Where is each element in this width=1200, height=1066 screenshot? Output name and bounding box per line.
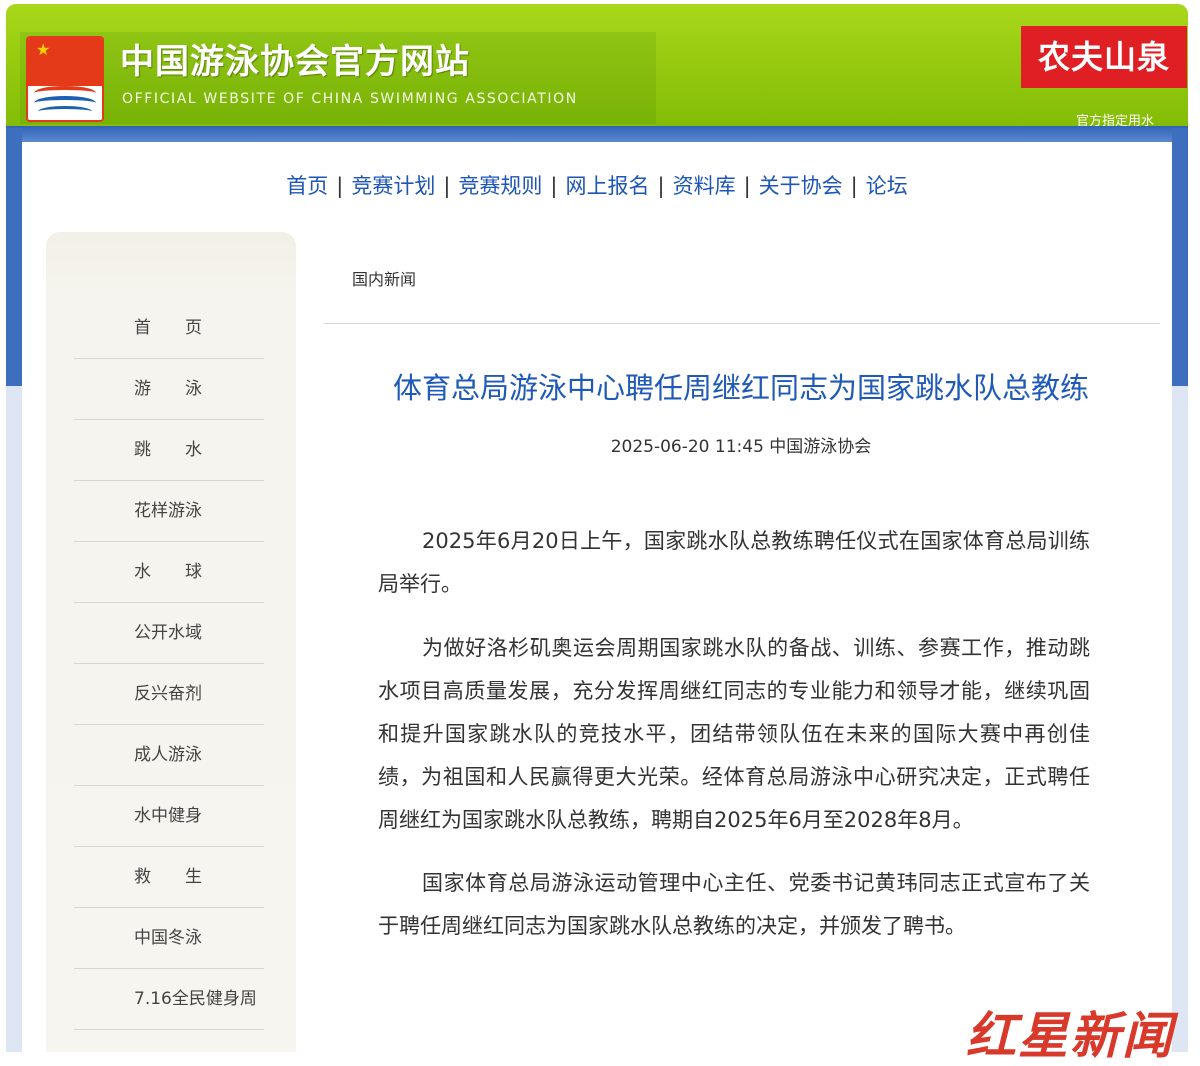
nav-competition-rules[interactable]: 竞赛规则 — [458, 174, 542, 198]
sidebar-item-label: 花样游泳 — [134, 501, 202, 521]
sidebar-item-artistic-swimming[interactable]: 花样游泳 — [74, 481, 264, 542]
wave-icon — [38, 106, 92, 117]
sidebar-item-label: 跳 水 — [134, 440, 202, 460]
news-watermark: 红星新闻 — [966, 1006, 1174, 1065]
article-meta: 2025-06-20 11:45 中国游泳协会 — [610, 437, 872, 457]
sidebar: 首 页 游 泳 跳 水 花样游泳 水 球 公开水域 反兴奋剂 成人游泳 水中健身… — [46, 232, 296, 1052]
sidebar-item-winter-swimming[interactable]: 中国冬泳 — [74, 908, 264, 969]
sidebar-item-label: 成人游泳 — [134, 745, 202, 765]
divider — [324, 323, 1160, 324]
sidebar-item-open-water[interactable]: 公开水域 — [74, 603, 264, 664]
sidebar-item-swimming[interactable]: 游 泳 — [74, 359, 264, 420]
article-paragraph: 2025年6月20日上午，国家跳水队总教练聘任仪式在国家体育总局训练局举行。 — [378, 529, 1090, 596]
breadcrumb[interactable]: 国内新闻 — [352, 268, 416, 292]
sidebar-item-label: 水中健身 — [134, 806, 202, 826]
sidebar-item-label: 公开水域 — [134, 623, 202, 643]
nav-home[interactable]: 首页 — [286, 174, 328, 198]
sidebar-item-label: 救 生 — [134, 867, 202, 887]
nav-separator: | — [657, 174, 665, 198]
article-paragraph: 为做好洛杉矶奥运会周期国家跳水队的备战、训练、参赛工作，推动跳水项目高质量发展，… — [378, 636, 1090, 832]
page-margin-left — [6, 386, 22, 1052]
sidebar-item-lifesaving[interactable]: 救 生 — [74, 847, 264, 908]
sponsor-banner[interactable]: 农夫山泉 — [1021, 26, 1187, 88]
page-margin-right — [1172, 386, 1188, 1052]
association-logo[interactable]: ★ — [26, 36, 104, 122]
nav-separator: | — [443, 174, 451, 198]
star-icon: ★ — [36, 40, 51, 59]
site-subtitle: OFFICIAL WEBSITE OF CHINA SWIMMING ASSOC… — [122, 91, 578, 107]
nav-separator: | — [550, 174, 558, 198]
sidebar-item-adult-swimming[interactable]: 成人游泳 — [74, 725, 264, 786]
nav-separator: | — [743, 174, 751, 198]
sidebar-item-diving[interactable]: 跳 水 — [74, 420, 264, 481]
nav-about[interactable]: 关于协会 — [759, 174, 843, 198]
sponsor-link[interactable]: 官方指定用水 — [1076, 114, 1154, 126]
nav-online-registration[interactable]: 网上报名 — [566, 174, 650, 198]
nav-competition-plan[interactable]: 竞赛计划 — [351, 174, 435, 198]
sidebar-item-label: 反兴奋剂 — [134, 684, 202, 704]
article-title: 体育总局游泳中心聘任周继红同志为国家跳水队总教练 — [392, 371, 1089, 405]
site-header: ★ 中国游泳协会官方网站 OFFICIAL WEBSITE OF CHINA S… — [6, 4, 1188, 126]
sidebar-item-label: 游 泳 — [134, 379, 202, 399]
sidebar-item-water-polo[interactable]: 水 球 — [74, 542, 264, 603]
sidebar-item-home[interactable]: 首 页 — [74, 298, 264, 359]
sidebar-item-label: 7.16全民健身周 — [134, 989, 257, 1009]
site-title: 中国游泳协会官方网站 — [120, 42, 470, 82]
sidebar-item-label: 中国冬泳 — [134, 928, 202, 948]
article-paragraph: 国家体育总局游泳运动管理中心主任、党委书记黄玮同志正式宣布了关于聘任周继红同志为… — [378, 871, 1090, 938]
page-frame-right — [1172, 128, 1188, 386]
nav-database[interactable]: 资料库 — [673, 174, 736, 198]
page-frame-left — [6, 128, 22, 386]
page-frame-top — [6, 126, 1188, 142]
sidebar-item-label: 水 球 — [134, 562, 202, 582]
main-navigation: 首页 | 竞赛计划 | 竞赛规则 | 网上报名 | 资料库 | 关于协会 | 论坛 — [22, 160, 1172, 212]
nav-separator: | — [336, 174, 344, 198]
sidebar-item-label: 首 页 — [134, 318, 202, 338]
sidebar-item-fitness-week[interactable]: 7.16全民健身周 — [74, 969, 264, 1030]
sidebar-item-aqua-fitness[interactable]: 水中健身 — [74, 786, 264, 847]
sidebar-item-anti-doping[interactable]: 反兴奋剂 — [74, 664, 264, 725]
nav-forum[interactable]: 论坛 — [866, 174, 908, 198]
nav-separator: | — [850, 174, 858, 198]
